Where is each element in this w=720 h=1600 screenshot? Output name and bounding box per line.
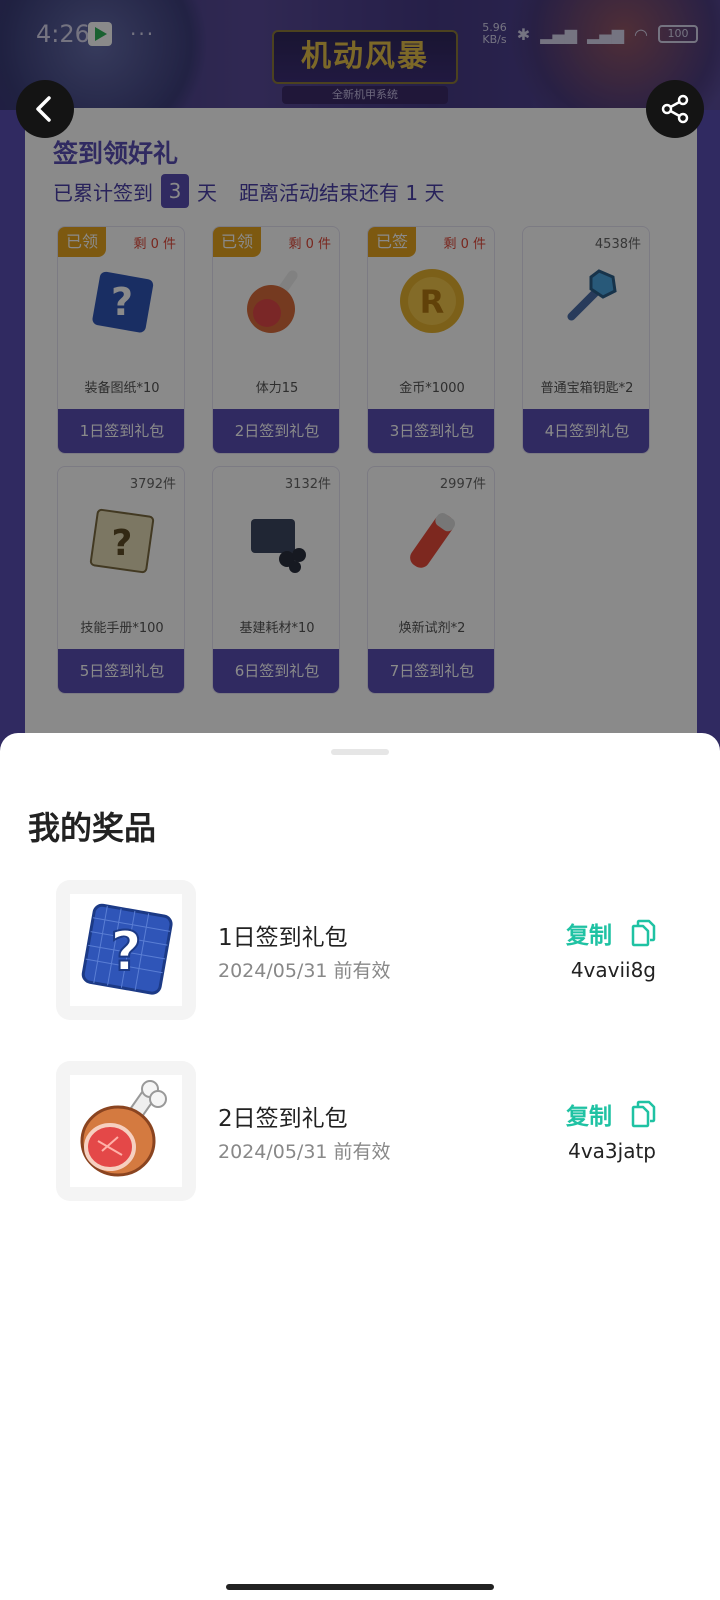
prize-item: 2日签到礼包 2024/05/31 前有效 复制 4va3jatp — [56, 1061, 666, 1203]
copy-icon — [631, 919, 656, 947]
copy-icon — [631, 1100, 656, 1128]
share-button[interactable] — [646, 80, 704, 138]
my-prizes-sheet: 我的奖品 ? 1日签到礼包 2024/05/31 前有效 复制 4vavii8g… — [0, 733, 720, 1600]
back-button[interactable] — [16, 80, 74, 138]
redeem-code[interactable]: 4va3jatp — [568, 1139, 656, 1163]
ham-icon — [80, 1080, 167, 1177]
sheet-title: 我的奖品 — [28, 809, 157, 847]
prize-name: 2日签到礼包 — [218, 1106, 348, 1132]
prize-expiry: 2024/05/31 前有效 — [218, 1141, 391, 1163]
prize-item: ? 1日签到礼包 2024/05/31 前有效 复制 4vavii8g — [56, 880, 666, 1022]
home-indicator[interactable] — [226, 1584, 494, 1590]
copy-label: 复制 — [566, 923, 612, 949]
redeem-code[interactable]: 4vavii8g — [571, 958, 656, 982]
share-icon — [661, 94, 689, 124]
prize-thumbnail: ? — [56, 880, 196, 1020]
sheet-drag-handle[interactable] — [331, 749, 389, 755]
copy-code-button[interactable]: 复制 — [566, 916, 656, 950]
copy-label: 复制 — [566, 1104, 612, 1130]
copy-code-button[interactable]: 复制 — [566, 1097, 656, 1131]
svg-text:?: ? — [110, 920, 141, 983]
prize-thumbnail — [56, 1061, 196, 1201]
blueprint-icon: ? — [81, 903, 173, 995]
back-arrow-icon — [36, 96, 51, 122]
prize-expiry: 2024/05/31 前有效 — [218, 960, 391, 982]
prize-name: 1日签到礼包 — [218, 925, 348, 951]
